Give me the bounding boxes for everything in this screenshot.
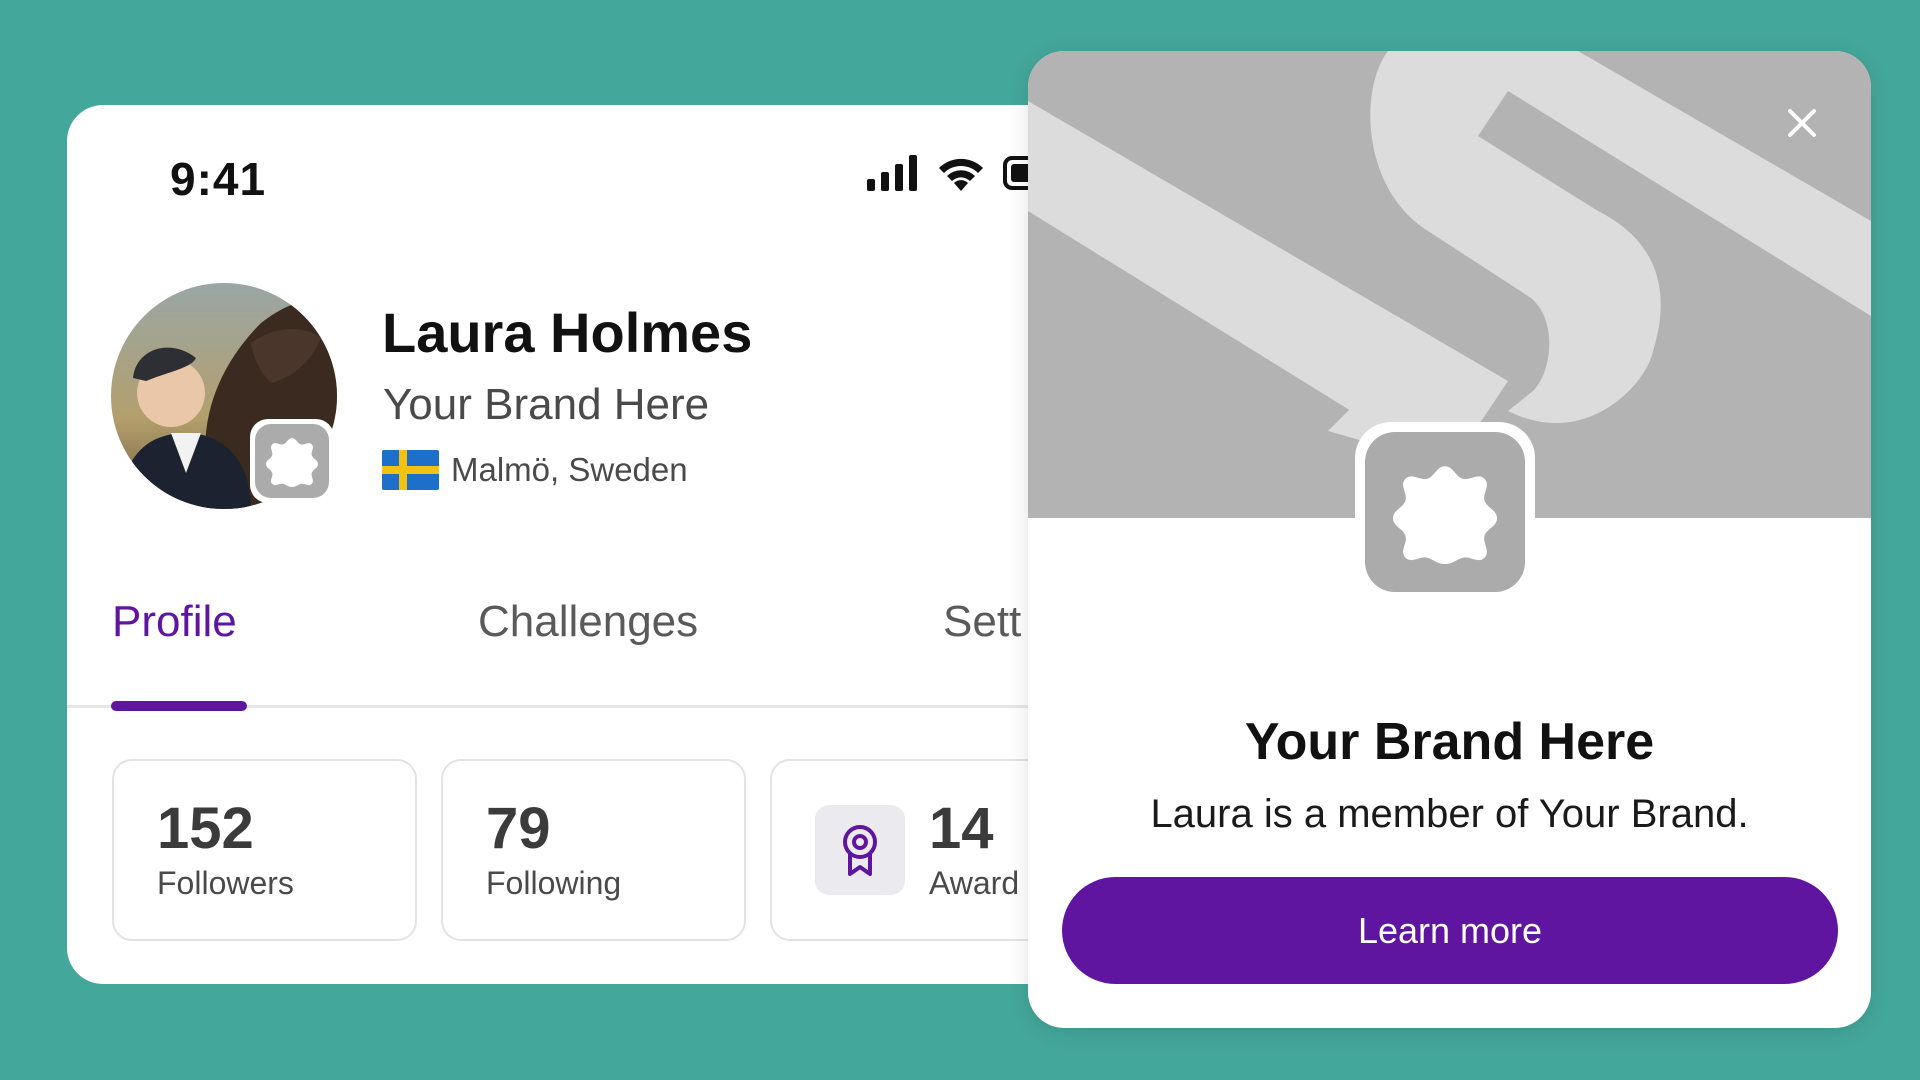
status-icons	[867, 155, 1043, 191]
active-tab-indicator	[111, 701, 247, 711]
brand-badge-icon	[266, 438, 318, 487]
brand-badge	[250, 419, 334, 503]
award-icon-box	[815, 805, 905, 895]
award-ribbon-icon	[843, 825, 877, 876]
brand-badge-icon	[1393, 466, 1497, 564]
following-card[interactable]: 79 Following	[441, 759, 746, 941]
user-location: Malmö, Sweden	[382, 450, 688, 490]
profile-screen: 9:41 Laura Holmes Your Brand Here Malmö,…	[67, 105, 1107, 984]
location-label: Malmö, Sweden	[451, 451, 688, 488]
popup-message: Laura is a member of Your Brand.	[1150, 792, 1749, 836]
learn-more-button[interactable]: Learn more	[1062, 877, 1838, 984]
signal-bars-icon	[867, 155, 917, 191]
following-label: Following	[486, 865, 622, 901]
status-time: 9:41	[170, 153, 267, 205]
tab-profile[interactable]: Profile	[112, 597, 237, 647]
tab-settings[interactable]: Sett	[943, 597, 1021, 647]
sweden-flag-icon	[382, 450, 439, 490]
following-count: 79	[486, 796, 551, 861]
followers-count: 152	[157, 796, 254, 861]
user-brand: Your Brand Here	[383, 380, 710, 429]
followers-card[interactable]: 152 Followers	[112, 759, 417, 941]
close-icon	[1788, 109, 1816, 137]
popup-brand-logo	[1355, 422, 1535, 602]
awards-label: Award	[929, 865, 1020, 901]
popup-title: Your Brand Here	[1244, 713, 1655, 771]
awards-count: 14	[929, 796, 994, 861]
brand-popup: Your Brand Here Laura is a member of You…	[1028, 51, 1871, 1028]
followers-label: Followers	[157, 865, 294, 901]
close-button[interactable]	[1780, 101, 1824, 145]
wifi-icon	[939, 158, 983, 191]
user-name: Laura Holmes	[382, 301, 753, 364]
tab-challenges[interactable]: Challenges	[478, 597, 698, 647]
